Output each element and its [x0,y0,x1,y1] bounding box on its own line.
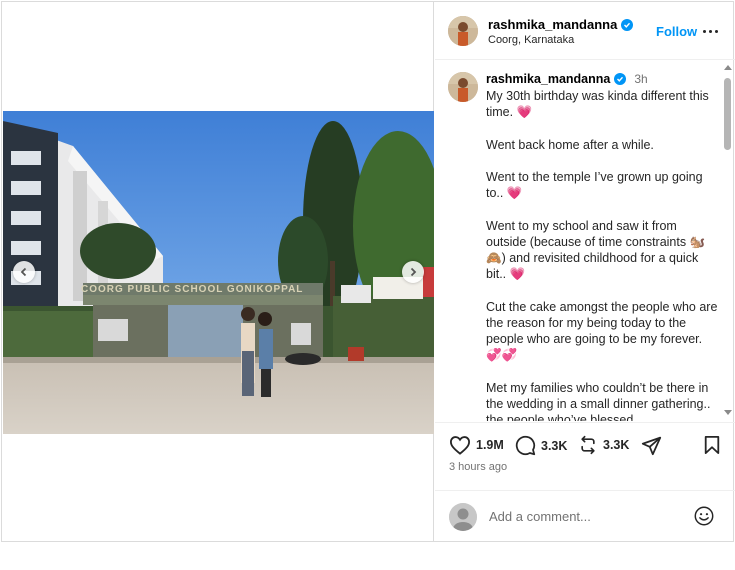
caption-time: 3h [634,72,648,86]
post-author[interactable]: rashmika_mandanna [488,17,634,32]
caption-username[interactable]: rashmika_mandanna [486,72,610,86]
share-button[interactable] [641,435,662,456]
add-comment-input[interactable] [489,506,689,526]
avatar-image [448,72,478,102]
chevron-left-icon [20,267,27,277]
save-button[interactable] [703,435,721,455]
repost-button[interactable]: 3.3K [578,435,629,455]
user-avatar-placeholder [449,503,477,531]
verified-badge-icon [614,73,627,85]
caption-paragraph: Went to my school and saw it from outsid… [486,218,706,282]
emoji-button[interactable] [693,505,715,532]
scroll-up-arrow[interactable] [724,65,732,70]
post-dialog: COORG PUBLIC SCHOOL GONIKOPPAL rashmika_… [1,1,735,542]
next-photo-button[interactable] [402,261,424,283]
scroll-thumb[interactable] [724,78,731,150]
caption-paragraph: Cut the cake amongst the people who are … [486,299,721,363]
caption-paragraph: My 30th birthday was kinda different thi… [486,89,713,120]
action-bar: 1.9M 3.3K 3.3K [435,422,735,488]
previous-photo-button[interactable] [13,261,35,283]
school-gate-photo: COORG PUBLIC SCHOOL GONIKOPPAL [3,111,434,434]
repost-count[interactable]: 3.3K [603,438,629,452]
caption-paragraph: Went back home after a while. [486,137,654,152]
like-button[interactable]: 1.9M [449,435,504,455]
heart-icon [449,436,471,455]
add-comment-bar [435,490,735,541]
media-pane: COORG PUBLIC SCHOOL GONIKOPPAL [2,2,434,541]
avatar-image [448,16,478,46]
comment-button[interactable]: 3.3K [515,435,567,456]
post-photo[interactable]: COORG PUBLIC SCHOOL GONIKOPPAL [3,111,434,434]
default-user-icon [449,503,477,531]
caption-paragraph: Met my families who couldn’t be there in… [486,380,714,421]
like-count[interactable]: 1.9M [476,438,504,452]
post-time-ago[interactable]: 3 hours ago [449,461,507,473]
repost-icon [581,435,595,455]
comment-icon [515,435,536,456]
more-options-icon[interactable] [703,24,723,38]
scroll-down-arrow[interactable] [724,410,732,415]
caption-header: rashmika_mandanna 3h [486,72,648,86]
post-location[interactable]: Coorg, Karnataka [488,34,574,46]
caption-paragraph: Went to the temple I’ve grown up going t… [486,169,707,201]
emoji-icon [694,506,714,526]
comment-count[interactable]: 3.3K [541,439,567,453]
caption-avatar[interactable] [448,72,478,102]
post-header: rashmika_mandanna Coorg, Karnataka Follo… [435,2,735,60]
share-icon [641,436,662,456]
caption-text: My 30th birthday was kinda different thi… [486,88,718,421]
bookmark-icon [704,436,720,454]
chevron-right-icon [410,267,417,277]
follow-button[interactable]: Follow [656,24,697,39]
verified-badge-icon [621,18,634,31]
caption-scrollbar[interactable] [722,61,733,421]
caption-area: rashmika_mandanna 3h My 30th birthday wa… [435,61,735,421]
profile-avatar[interactable] [448,16,478,46]
author-username[interactable]: rashmika_mandanna [488,17,617,32]
post-details-pane: rashmika_mandanna Coorg, Karnataka Follo… [435,2,735,541]
school-sign-text: COORG PUBLIC SCHOOL GONIKOPPAL [81,284,303,295]
